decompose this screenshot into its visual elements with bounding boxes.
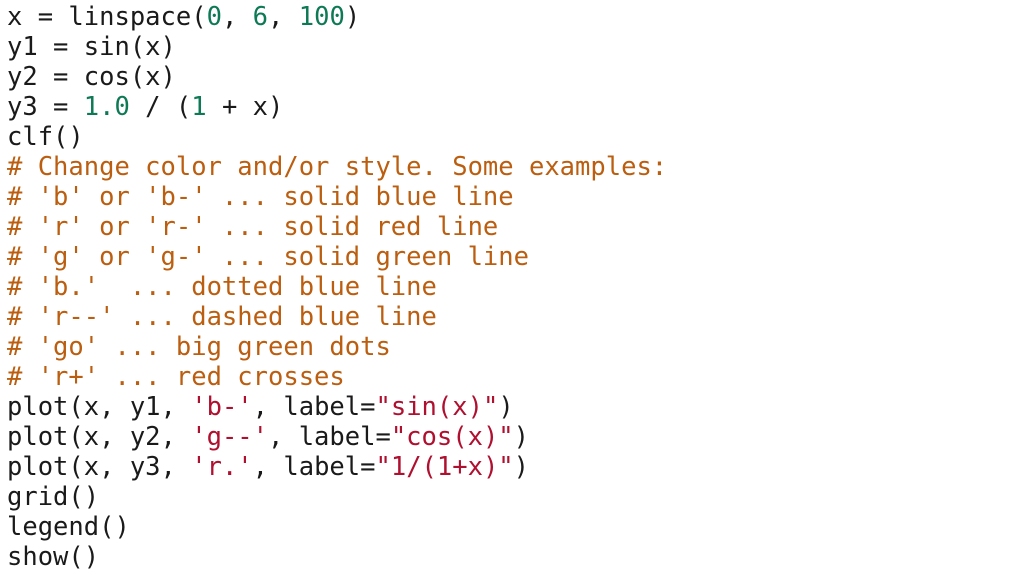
code-token-comment: # 'b' or 'b-' ... solid blue line: [7, 182, 514, 212]
code-token-string: 'g--': [191, 422, 268, 452]
code-token-comment: # 'go' ... big green dots: [7, 332, 391, 362]
code-line[interactable]: # 'b' or 'b-' ... solid blue line: [0, 182, 1024, 212]
code-token-plain: y3 =: [7, 92, 84, 122]
code-listing[interactable]: x = linspace(0, 6, 100) y1 = sin(x) y2 = c…: [0, 0, 1024, 575]
code-token-plain: / (: [129, 92, 192, 122]
code-line[interactable]: # 'b.' ... dotted blue line: [0, 272, 1024, 302]
code-token-plain: ): [344, 2, 361, 32]
code-token-plain: show(): [7, 542, 100, 572]
code-token-string: 'b-': [191, 392, 253, 422]
code-token-plain: plot(x, y3,: [7, 452, 192, 482]
code-token-comment: # Change color and/or style. Some exampl…: [7, 152, 668, 182]
code-token-comment: # 'b.' ... dotted blue line: [7, 272, 437, 302]
code-line[interactable]: x = linspace(0, 6, 100): [0, 2, 1024, 32]
code-token-comment: # 'r+' ... red crosses: [7, 362, 345, 392]
code-line[interactable]: grid(): [0, 482, 1024, 512]
code-token-number: 0: [206, 2, 222, 32]
code-token-comment: # 'g' or 'g-' ... solid green line: [7, 242, 529, 272]
code-token-number: 1: [191, 92, 207, 122]
code-token-comment: # 'r' or 'r-' ... solid red line: [7, 212, 499, 242]
code-line[interactable]: # Change color and/or style. Some exampl…: [0, 152, 1024, 182]
code-line[interactable]: y2 = cos(x): [0, 62, 1024, 92]
code-line[interactable]: plot(x, y1, 'b-', label="sin(x)"): [0, 392, 1024, 422]
code-line[interactable]: # 'r' or 'r-' ... solid red line: [0, 212, 1024, 242]
code-line[interactable]: # 'g' or 'g-' ... solid green line: [0, 242, 1024, 272]
code-token-plain: legend(): [7, 512, 130, 542]
code-token-comment: # 'r--' ... dashed blue line: [7, 302, 437, 332]
code-token-plain: ,: [221, 2, 253, 32]
code-line[interactable]: # 'go' ... big green dots: [0, 332, 1024, 362]
code-token-plain: ,: [268, 2, 299, 32]
code-token-plain: , label=: [252, 452, 376, 482]
code-token-plain: + x): [206, 92, 284, 122]
code-token-string: 'r.': [191, 452, 253, 482]
code-token-plain: , label=: [252, 392, 376, 422]
code-token-plain: grid(): [7, 482, 100, 512]
code-line[interactable]: plot(x, y3, 'r.', label="1/(1+x)"): [0, 452, 1024, 482]
code-line[interactable]: show(): [0, 542, 1024, 572]
code-token-plain: plot(x, y2,: [7, 422, 192, 452]
code-token-string: "cos(x)": [390, 422, 514, 452]
code-token-plain: , label=: [268, 422, 391, 452]
code-token-plain: ): [513, 452, 530, 482]
code-line[interactable]: legend(): [0, 512, 1024, 542]
code-token-plain: y2 = cos(x): [7, 62, 176, 92]
code-token-number: 1.0: [83, 92, 130, 122]
code-token-number: 6: [252, 2, 269, 32]
code-token-number: 100: [298, 2, 345, 32]
code-line[interactable]: # 'r--' ... dashed blue line: [0, 302, 1024, 332]
code-token-plain: ): [498, 392, 514, 422]
code-line[interactable]: y3 = 1.0 / (1 + x): [0, 92, 1024, 122]
code-token-plain: ): [513, 422, 530, 452]
code-line[interactable]: plot(x, y2, 'g--', label="cos(x)"): [0, 422, 1024, 452]
code-line[interactable]: clf(): [0, 122, 1024, 152]
code-token-plain: y1 = sin(x): [7, 32, 176, 62]
code-token-string: "sin(x)": [375, 392, 499, 422]
code-token-plain: x = linspace(: [7, 2, 207, 32]
code-token-plain: clf(): [7, 122, 84, 152]
code-token-string: "1/(1+x)": [375, 452, 514, 482]
code-line[interactable]: # 'r+' ... red crosses: [0, 362, 1024, 392]
code-line[interactable]: y1 = sin(x): [0, 32, 1024, 62]
code-token-plain: plot(x, y1,: [7, 392, 192, 422]
